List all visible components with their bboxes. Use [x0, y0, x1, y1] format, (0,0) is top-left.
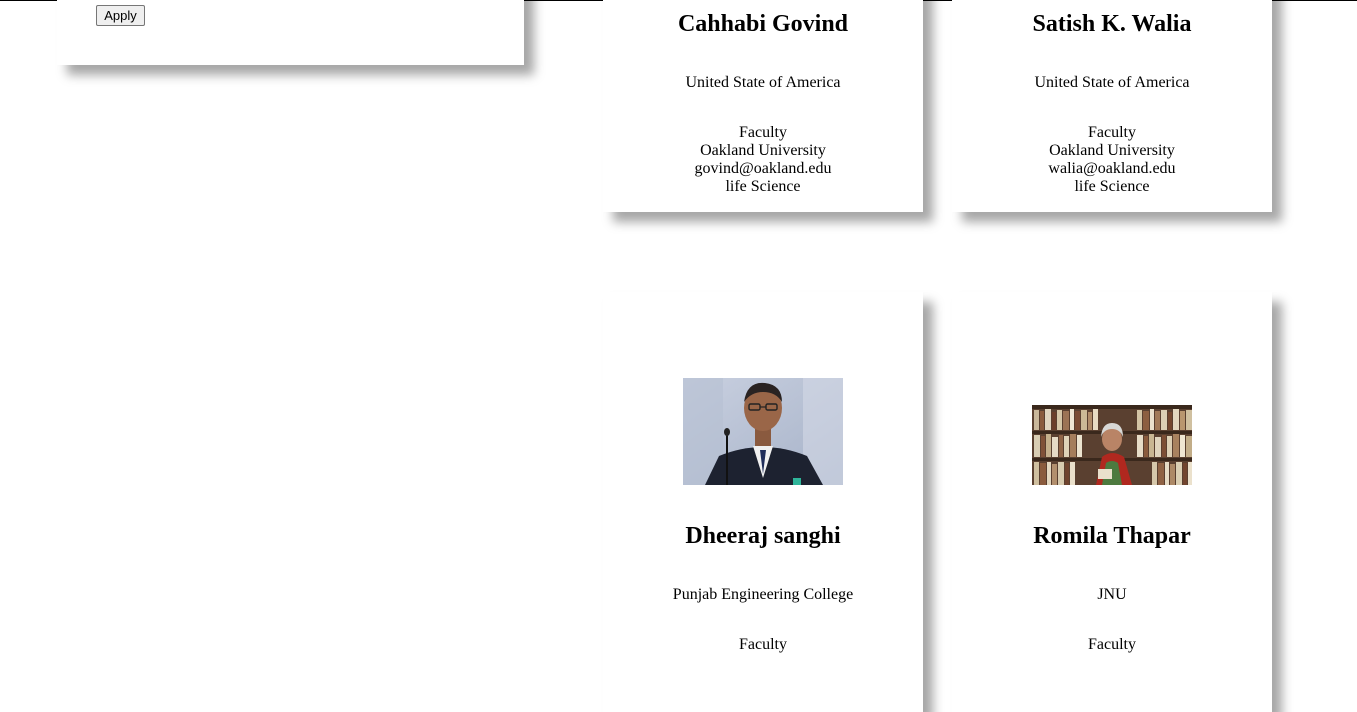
profile-name: Romila Thapar: [1033, 523, 1191, 549]
profile-organization: United State of America: [1034, 74, 1190, 91]
profile-role: Faculty: [739, 124, 787, 141]
profile-photo: [1032, 405, 1192, 485]
profile-details: Faculty: [952, 636, 1272, 654]
profile-organization: JNU: [1097, 586, 1127, 603]
profile-field: life Science: [1074, 178, 1150, 195]
man-portrait-image: [683, 378, 843, 485]
profile-role: Faculty: [1088, 124, 1136, 141]
profile-email: walia@oakland.edu: [1048, 160, 1176, 177]
profile-role: Faculty: [739, 636, 787, 653]
profile-email: govind@oakland.edu: [694, 160, 832, 177]
profile-details: Faculty Oakland University walia@oakland…: [952, 124, 1272, 196]
profile-organization: United State of America: [685, 74, 841, 91]
profile-institution: Oakland University: [1049, 142, 1175, 159]
profile-institution: Oakland University: [700, 142, 826, 159]
profile-organization: Punjab Engineering College: [672, 586, 854, 603]
profile-name: Dheeraj sanghi: [685, 523, 841, 549]
profile-photo: [683, 378, 843, 485]
profile-card: Cahhabi Govind United State of America F…: [603, 0, 923, 212]
profile-card: Romila Thapar JNU Faculty: [952, 292, 1272, 712]
profile-details: Faculty: [603, 636, 923, 654]
apply-button[interactable]: Apply: [96, 5, 145, 26]
profile-details: Faculty Oakland University govind@oaklan…: [603, 124, 923, 196]
profile-field: life Science: [725, 178, 801, 195]
profile-card: Dheeraj sanghi Punjab Engineering Colleg…: [603, 292, 923, 712]
profile-card: Satish K. Walia United State of America …: [952, 0, 1272, 212]
profile-name: Cahhabi Govind: [677, 11, 849, 37]
profile-role: Faculty: [1088, 636, 1136, 653]
woman-portrait-image: [1032, 405, 1192, 485]
profile-name: Satish K. Walia: [1032, 11, 1192, 37]
